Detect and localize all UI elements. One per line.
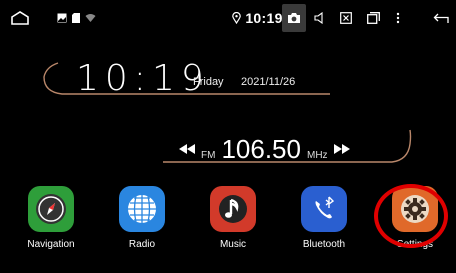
- location-icon: [230, 0, 242, 36]
- music-note-icon: [210, 186, 256, 232]
- app-bluetooth[interactable]: Bluetooth: [282, 186, 366, 250]
- radio-widget: FM 106.50 MHz: [179, 134, 350, 165]
- rewind-button[interactable]: [179, 141, 195, 159]
- app-label: Radio: [128, 239, 156, 250]
- home-icon[interactable]: [8, 0, 32, 36]
- radio-band: FM: [201, 150, 216, 161]
- bluetooth-phone-icon: [301, 186, 347, 232]
- close-box-icon[interactable]: [338, 0, 354, 36]
- compass-icon: [28, 186, 74, 232]
- camera-icon: [288, 13, 300, 23]
- rewind-icon: [179, 144, 195, 154]
- clock-day: Friday: [193, 76, 224, 88]
- status-bar: 10:19: [0, 0, 456, 36]
- radio-frequency: 106.50: [221, 134, 301, 164]
- camera-button[interactable]: [282, 4, 306, 32]
- fast-forward-icon: [333, 144, 350, 154]
- sd-card-icon: [71, 0, 81, 36]
- menu-icon[interactable]: [392, 0, 404, 36]
- status-time: 10:19: [245, 0, 283, 36]
- app-radio[interactable]: Radio: [100, 186, 184, 250]
- volume-icon[interactable]: [312, 0, 328, 36]
- back-icon[interactable]: [432, 0, 452, 36]
- clock-time: 10:19: [76, 58, 210, 99]
- app-label: Bluetooth: [302, 239, 346, 250]
- globe-icon: [119, 186, 165, 232]
- windows-icon[interactable]: [365, 0, 381, 36]
- image-notification-icon: [56, 0, 68, 36]
- radio-unit: MHz: [306, 150, 328, 161]
- app-navigation[interactable]: Navigation: [9, 186, 93, 250]
- fast-forward-button[interactable]: [333, 141, 350, 159]
- app-label: Music: [219, 239, 247, 250]
- home-screen: 10:19 Friday 2021/11/26 FM 106.50 MHz Na…: [0, 36, 456, 273]
- app-label: Navigation: [27, 239, 75, 250]
- settings-highlight-ring: [374, 184, 448, 248]
- clock-date: 2021/11/26: [241, 76, 296, 88]
- wifi-icon: [84, 0, 96, 36]
- status-time-text: 10:19: [245, 10, 283, 26]
- app-music[interactable]: Music: [191, 186, 275, 250]
